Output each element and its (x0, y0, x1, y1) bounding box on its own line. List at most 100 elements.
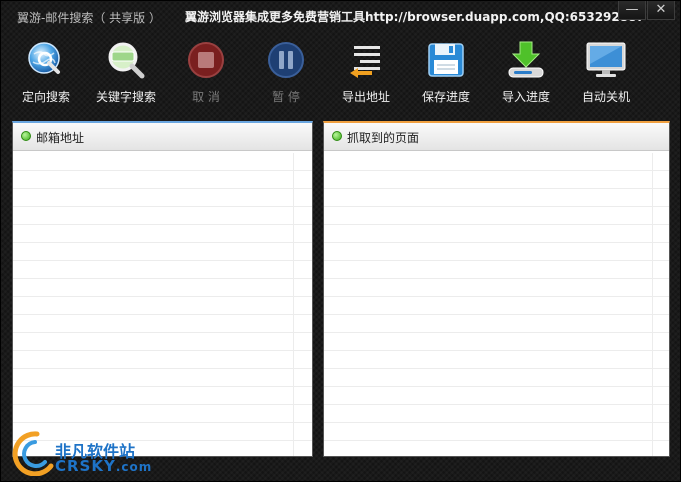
column-separator (652, 261, 653, 278)
save-progress-button[interactable]: 保存进度 (407, 35, 485, 109)
targeted-search-button[interactable]: 定向搜索 (7, 35, 85, 109)
column-separator (293, 315, 294, 332)
empty-row (13, 297, 312, 315)
email-panel-title: 邮箱地址 (36, 131, 85, 145)
email-address-list[interactable] (13, 153, 312, 456)
export-list-icon (350, 46, 380, 78)
auto-shutdown-button[interactable]: 自动关机 (567, 35, 645, 109)
column-separator (293, 207, 294, 224)
column-separator (652, 279, 653, 296)
pause-button[interactable]: 暂 停 (247, 35, 325, 109)
keyword-search-button[interactable]: 关键字搜索 (87, 35, 165, 109)
crsky-logo-icon (12, 431, 54, 476)
cancel-button[interactable]: 取 消 (167, 35, 245, 109)
download-arrow-icon (508, 41, 544, 78)
pages-panel-header: 抓取到的页面 (324, 123, 669, 151)
cancel-label: 取 消 (192, 90, 220, 104)
column-separator (652, 207, 653, 224)
column-separator (293, 369, 294, 386)
empty-row (324, 333, 669, 351)
status-dot-icon (21, 131, 31, 141)
empty-row (13, 153, 312, 171)
column-separator (652, 243, 653, 260)
email-address-panel: 邮箱地址 (12, 121, 313, 457)
close-icon: ✕ (655, 2, 667, 17)
column-separator (652, 171, 653, 188)
targeted-search-label: 定向搜索 (21, 90, 70, 104)
stop-icon (188, 42, 224, 78)
column-separator (293, 387, 294, 404)
empty-row (324, 369, 669, 387)
empty-row (324, 171, 669, 189)
empty-row (13, 369, 312, 387)
export-addresses-label: 导出地址 (341, 90, 390, 104)
column-separator (293, 243, 294, 260)
column-separator (293, 171, 294, 188)
export-addresses-button[interactable]: 导出地址 (327, 35, 405, 109)
column-separator (293, 405, 294, 422)
status-dot-icon (332, 131, 342, 141)
minimize-icon: — (625, 2, 639, 17)
column-separator (652, 369, 653, 386)
window-title: 翼游-邮件搜索（ 共享版 ） (17, 11, 161, 25)
import-progress-button[interactable]: 导入进度 (487, 35, 565, 109)
column-separator (293, 297, 294, 314)
toolbar: 定向搜索 关键字搜索 取 消 暂 停 导出地址 保存进度 导入进度 自动关机 (1, 35, 680, 111)
column-separator (293, 441, 294, 456)
empty-row (13, 279, 312, 297)
empty-row (324, 423, 669, 441)
column-separator (652, 423, 653, 440)
empty-row (13, 351, 312, 369)
globe-search-icon (28, 42, 60, 74)
empty-row (13, 171, 312, 189)
empty-row (324, 441, 669, 456)
empty-row (324, 207, 669, 225)
app-window: 翼游-邮件搜索（ 共享版 ） 翼游浏览器集成更多免费营销工具http://bro… (0, 0, 681, 482)
auto-shutdown-label: 自动关机 (581, 90, 630, 104)
save-progress-label: 保存进度 (421, 90, 470, 104)
empty-row (324, 387, 669, 405)
column-separator (652, 315, 653, 332)
pause-label: 暂 停 (272, 90, 300, 104)
empty-row (324, 279, 669, 297)
email-panel-header: 邮箱地址 (13, 123, 312, 151)
column-separator (293, 351, 294, 368)
empty-row (13, 387, 312, 405)
empty-row (324, 297, 669, 315)
column-separator (652, 225, 653, 242)
pause-icon (268, 42, 304, 78)
empty-row (13, 189, 312, 207)
column-separator (652, 441, 653, 456)
pages-panel-title: 抓取到的页面 (347, 131, 420, 145)
empty-row (324, 405, 669, 423)
column-separator (293, 225, 294, 242)
empty-row (324, 225, 669, 243)
column-separator (293, 423, 294, 440)
title-bar[interactable]: 翼游-邮件搜索（ 共享版 ） 翼游浏览器集成更多免费营销工具http://bro… (1, 1, 680, 31)
column-separator (652, 405, 653, 422)
magnifier-icon (108, 42, 145, 79)
monitor-icon (586, 42, 626, 77)
column-separator (652, 189, 653, 206)
empty-row (324, 315, 669, 333)
column-separator (652, 387, 653, 404)
empty-row (13, 207, 312, 225)
minimize-button[interactable]: — (618, 1, 646, 20)
promo-text: 翼游浏览器集成更多免费营销工具http://browser.duapp.com,… (185, 10, 645, 24)
empty-row (13, 225, 312, 243)
watermark-suffix: .com (115, 460, 153, 474)
close-button[interactable]: ✕ (647, 1, 675, 20)
column-separator (652, 153, 653, 170)
empty-row (13, 243, 312, 261)
crawled-pages-list[interactable] (324, 153, 669, 456)
column-separator (293, 333, 294, 350)
column-separator (293, 279, 294, 296)
column-separator (293, 189, 294, 206)
column-separator (293, 261, 294, 278)
empty-row (324, 189, 669, 207)
column-separator (293, 153, 294, 170)
keyword-search-label: 关键字搜索 (95, 90, 156, 104)
empty-row (13, 405, 312, 423)
empty-row (324, 261, 669, 279)
empty-row (13, 333, 312, 351)
